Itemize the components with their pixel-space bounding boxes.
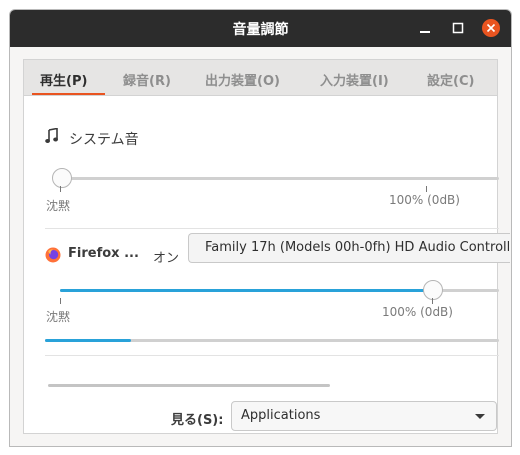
view-select[interactable]: Applications	[231, 401, 497, 431]
chevron-down-icon	[475, 414, 485, 419]
system-sound-reference-label: 100% (0dB)	[389, 193, 460, 207]
system-sound-label: システム音	[69, 132, 139, 148]
mute-tick	[60, 186, 61, 192]
firefox-icon	[45, 247, 61, 263]
tab-recording[interactable]: 録音(R)	[123, 70, 171, 89]
reference-tick	[426, 186, 427, 192]
maximize-icon[interactable]	[449, 19, 467, 37]
firefox-stream-name: Firefox ...	[68, 246, 139, 261]
firefox-level-meter-fill	[45, 339, 132, 342]
system-sound-slider-thumb[interactable]	[52, 168, 72, 188]
horizontal-scrollbar[interactable]	[48, 384, 330, 387]
firefox-on-label: オン	[153, 251, 180, 266]
firefox-mute-label: 沈黙	[46, 310, 71, 324]
system-sound-volume-slider[interactable]	[60, 177, 499, 180]
firefox-slider-thumb[interactable]	[423, 280, 444, 300]
tab-input-devices[interactable]: 入力装置(I)	[320, 70, 389, 89]
system-sound-mute-label: 沈黙	[46, 199, 71, 213]
minimize-icon[interactable]	[416, 19, 434, 37]
output-device-label: Family 17h (Models 00h-0fh) HD Audio Con…	[205, 240, 510, 255]
music-note-icon	[45, 128, 58, 143]
tab-output-devices[interactable]: 出力装置(O)	[205, 70, 280, 89]
firefox-volume-fill	[60, 289, 434, 292]
separator	[45, 228, 499, 229]
tab-playback[interactable]: 再生(P)	[40, 70, 87, 89]
separator	[45, 355, 499, 356]
view-label: 見る(S):	[171, 413, 224, 428]
output-device-button[interactable]: Family 17h (Models 00h-0fh) HD Audio Con…	[188, 233, 510, 263]
title-bar: 音量調節	[10, 10, 511, 47]
reference-tick	[432, 298, 433, 304]
mute-tick	[60, 298, 61, 304]
volume-control-window: 音量調節 再生(P) 録音(R) 出力装置(O) 入力装置(I) 設定(C) シ…	[9, 9, 512, 447]
window-title: 音量調節	[232, 22, 289, 38]
close-icon[interactable]	[482, 19, 500, 37]
view-select-value: Applications	[241, 408, 321, 423]
tab-configuration[interactable]: 設定(C)	[427, 70, 474, 89]
playback-panel: システム音 沈黙 100% (0dB) Firefox ... オン Famil…	[23, 95, 510, 434]
firefox-reference-label: 100% (0dB)	[382, 305, 453, 319]
tab-bar: 再生(P) 録音(R) 出力装置(O) 入力装置(I) 設定(C)	[23, 59, 498, 96]
